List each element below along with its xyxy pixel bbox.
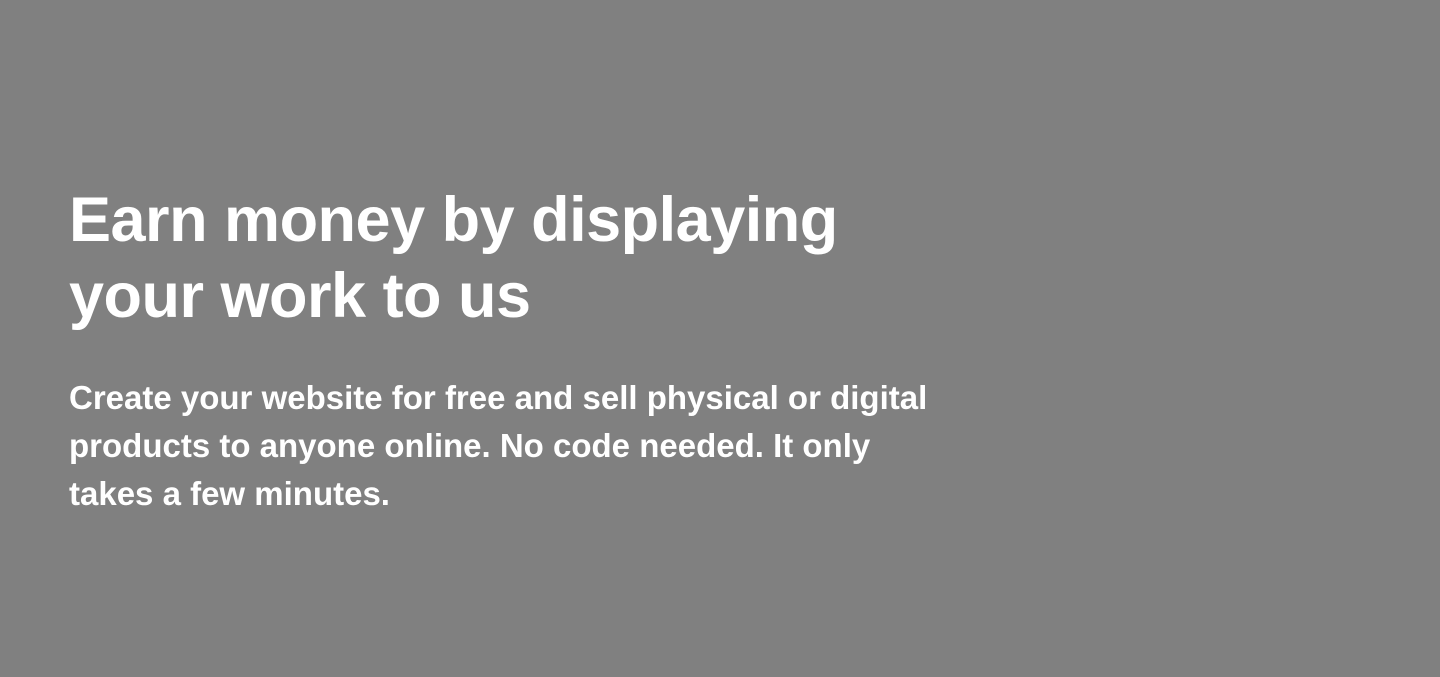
hero-title-line: your work to us bbox=[69, 261, 531, 331]
hero-subtitle-line: products to anyone online. No code neede… bbox=[69, 427, 871, 464]
hero-title-line: Earn money by displaying bbox=[69, 185, 838, 255]
hero-title: Earn money by displaying your work to us bbox=[69, 182, 969, 334]
hero-subtitle: Create your website for free and sell ph… bbox=[69, 374, 969, 518]
hero-section: Earn money by displaying your work to us… bbox=[69, 182, 969, 518]
hero-subtitle-line: takes a few minutes. bbox=[69, 475, 390, 512]
hero-subtitle-line: Create your website for free and sell ph… bbox=[69, 379, 928, 416]
